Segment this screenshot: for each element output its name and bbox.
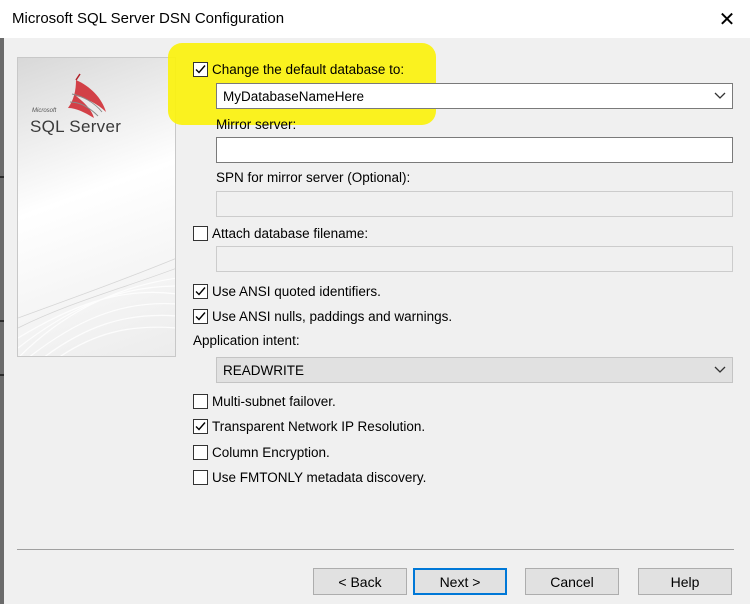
tnir-label: Transparent Network IP Resolution. <box>212 418 426 434</box>
brand-microsoft-text: Microsoft <box>32 108 57 114</box>
multi-subnet-label: Multi-subnet failover. <box>212 393 336 409</box>
checkmark-icon <box>195 421 206 431</box>
app-intent-value: READWRITE <box>223 362 304 378</box>
ansi-nulls-checkbox-row[interactable]: Use ANSI nulls, paddings and warnings. <box>193 306 452 326</box>
app-intent-select[interactable]: READWRITE <box>216 357 733 383</box>
mirror-server-input[interactable] <box>216 137 733 163</box>
ansi-nulls-label: Use ANSI nulls, paddings and warnings. <box>212 308 453 324</box>
background-window-edge <box>0 38 4 604</box>
chevron-down-icon[interactable] <box>714 365 726 375</box>
close-button[interactable]: ✕ <box>704 0 750 38</box>
tnir-checkbox-row[interactable]: Transparent Network IP Resolution. <box>193 416 425 436</box>
default-database-combo[interactable]: MyDatabaseNameHere <box>216 83 733 109</box>
close-icon: ✕ <box>718 8 736 31</box>
next-button[interactable]: Next > <box>413 568 507 595</box>
edge-mark <box>0 320 4 322</box>
chevron-down-icon[interactable] <box>714 91 726 101</box>
fmtonly-checkbox[interactable] <box>193 469 208 485</box>
edge-mark <box>0 374 4 376</box>
attach-db-label: Attach database filename: <box>212 225 369 241</box>
app-intent-label: Application intent: <box>193 333 300 348</box>
multi-subnet-checkbox[interactable] <box>193 393 208 409</box>
ansi-quoted-checkbox-row[interactable]: Use ANSI quoted identifiers. <box>193 281 381 301</box>
tnir-checkbox[interactable] <box>193 418 208 434</box>
edge-mark <box>0 176 4 178</box>
multi-subnet-checkbox-row[interactable]: Multi-subnet failover. <box>193 391 336 411</box>
help-button[interactable]: Help <box>638 568 732 595</box>
back-button[interactable]: < Back <box>313 568 407 595</box>
decorative-swirl-icon <box>18 258 175 356</box>
title-bar: Microsoft SQL Server DSN Configuration ✕ <box>0 0 750 38</box>
fmtonly-label: Use FMTONLY metadata discovery. <box>212 469 427 485</box>
ansi-quoted-label: Use ANSI quoted identifiers. <box>212 283 381 299</box>
checkmark-icon <box>195 64 206 74</box>
window-title: Microsoft SQL Server DSN Configuration <box>12 10 285 27</box>
ansi-nulls-checkbox[interactable] <box>193 308 208 324</box>
column-encryption-label: Column Encryption. <box>212 444 330 460</box>
attach-db-input <box>216 246 733 272</box>
attach-db-checkbox[interactable] <box>193 225 208 241</box>
default-database-value: MyDatabaseNameHere <box>223 88 365 104</box>
fmtonly-checkbox-row[interactable]: Use FMTONLY metadata discovery. <box>193 467 426 487</box>
change-default-db-label: Change the default database to: <box>212 61 405 77</box>
change-default-db-checkbox[interactable] <box>193 61 208 77</box>
checkmark-icon <box>195 311 206 321</box>
brand-sql-server-text: SQL Server <box>30 117 122 136</box>
attach-db-checkbox-row[interactable]: Attach database filename: <box>193 223 368 243</box>
column-encryption-checkbox-row[interactable]: Column Encryption. <box>193 442 330 462</box>
change-default-db-checkbox-row[interactable]: Change the default database to: <box>193 59 404 79</box>
spn-input <box>216 191 733 217</box>
sql-server-banner: Microsoft SQL Server <box>17 57 176 357</box>
footer-separator <box>17 549 734 550</box>
mirror-server-label: Mirror server: <box>216 117 297 132</box>
cancel-button[interactable]: Cancel <box>525 568 619 595</box>
column-encryption-checkbox[interactable] <box>193 444 208 460</box>
checkmark-icon <box>195 286 206 296</box>
ansi-quoted-checkbox[interactable] <box>193 283 208 299</box>
spn-label: SPN for mirror server (Optional): <box>216 170 411 185</box>
